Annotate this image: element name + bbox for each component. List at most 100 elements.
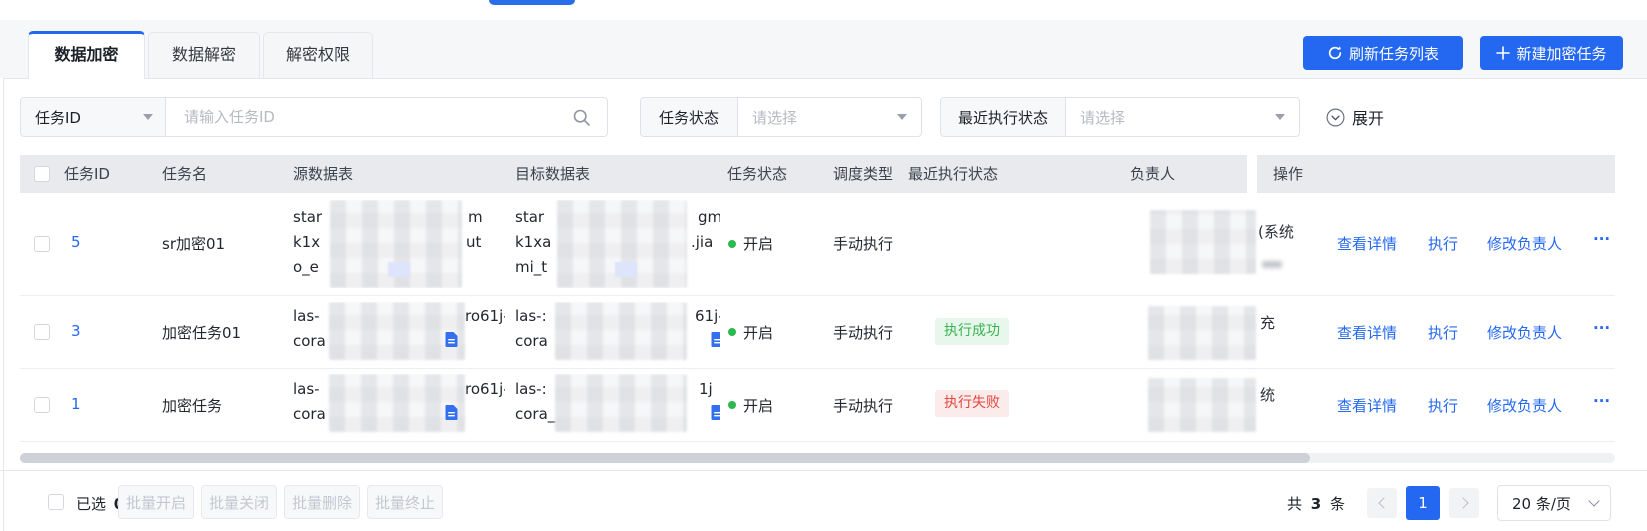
table-header-fixed	[1257, 155, 1615, 193]
current-page-button[interactable]: 1	[1406, 486, 1440, 520]
redacted-block	[329, 302, 465, 360]
col-schedule-type: 调度类型	[833, 155, 893, 193]
table-bottom-border	[20, 441, 1615, 442]
col-owner: 负责人	[1130, 155, 1175, 193]
total-count-value: 3	[1311, 495, 1321, 513]
page-size-value: 20 条/页	[1512, 493, 1571, 514]
task-status-value: 开启	[743, 233, 773, 254]
new-encryption-task-button[interactable]: 新建加密任务	[1480, 36, 1623, 70]
file-icon[interactable]	[711, 405, 720, 420]
expand-filters-link[interactable]: 展开	[1326, 105, 1384, 129]
row-divider	[20, 368, 1615, 369]
owner-redacted-block	[1148, 378, 1256, 432]
caret-down-icon	[143, 114, 153, 120]
new-encryption-task-label: 新建加密任务	[1516, 43, 1606, 64]
select-all-checkbox[interactable]	[34, 166, 50, 182]
more-actions-icon[interactable]: ···	[1593, 392, 1610, 410]
owner-text-fragment: 充	[1260, 312, 1275, 333]
next-page-button[interactable]	[1449, 488, 1479, 518]
col-source-table: 源数据表	[293, 155, 353, 193]
file-icon[interactable]	[445, 332, 458, 347]
caret-down-icon	[897, 114, 907, 120]
file-icon[interactable]	[445, 405, 458, 420]
task-id-link[interactable]: 5	[71, 233, 81, 251]
change-owner-link[interactable]: 修改负责人	[1487, 322, 1562, 343]
execute-link[interactable]: 执行	[1428, 322, 1458, 343]
batch-delete-button[interactable]: 批量删除	[284, 485, 360, 519]
tab-data-decrypt[interactable]: 数据解密	[148, 32, 260, 78]
tab-data-encrypt[interactable]: 数据加密	[28, 31, 145, 79]
col-task-id: 任务ID	[64, 155, 110, 193]
status-dot	[728, 401, 736, 409]
redacted-block	[329, 374, 465, 432]
batch-disable-button[interactable]: 批量关闭	[201, 485, 277, 519]
total-count-text: 共 3 条	[1287, 493, 1345, 514]
task-id-filter-group: 任务ID	[20, 97, 608, 137]
task-id-field-select[interactable]: 任务ID	[21, 98, 166, 136]
schedule-type-value: 手动执行	[833, 322, 893, 343]
view-details-link[interactable]: 查看详情	[1337, 322, 1397, 343]
col-task-name: 任务名	[162, 155, 207, 193]
change-owner-link[interactable]: 修改负责人	[1487, 233, 1562, 254]
owner-redacted-block	[1148, 306, 1256, 360]
task-status-select[interactable]: 请选择	[738, 98, 921, 136]
row-checkbox[interactable]	[34, 397, 50, 413]
owner-text-fragment: 统	[1260, 384, 1275, 405]
row-divider	[20, 295, 1615, 296]
batch-terminate-button[interactable]: 批量终止	[367, 485, 443, 519]
redacted-block	[555, 302, 687, 360]
recent-exec-status-placeholder: 请选择	[1080, 107, 1125, 128]
task-status-value: 开启	[743, 395, 773, 416]
owner-text-fragment	[1262, 261, 1282, 268]
file-icon[interactable]	[711, 332, 720, 347]
prev-page-button[interactable]	[1367, 488, 1397, 518]
schedule-type-value: 手动执行	[833, 233, 893, 254]
batch-enable-button[interactable]: 批量开启	[118, 485, 194, 519]
horizontal-scrollbar-thumb[interactable]	[20, 453, 1310, 463]
view-details-link[interactable]: 查看详情	[1337, 395, 1397, 416]
task-name: sr加密01	[162, 233, 225, 254]
plus-icon	[1496, 46, 1510, 60]
content-card	[3, 78, 1647, 531]
change-owner-link[interactable]: 修改负责人	[1487, 395, 1562, 416]
task-status-placeholder: 请选择	[752, 107, 797, 128]
chevron-down-icon	[1588, 495, 1599, 506]
search-icon[interactable]	[572, 108, 591, 131]
exec-status-badge: 执行失败	[935, 390, 1009, 417]
encryption-task-page: 数据加密 数据解密 解密权限 刷新任务列表 新建加密任务 任务ID 任务状态	[0, 0, 1647, 531]
footer-divider	[0, 470, 1647, 471]
recent-exec-status-select[interactable]: 请选择	[1066, 98, 1299, 136]
task-id-input[interactable]	[166, 107, 607, 127]
view-details-link[interactable]: 查看详情	[1337, 233, 1397, 254]
row-checkbox[interactable]	[34, 236, 50, 252]
status-dot	[728, 240, 736, 248]
refresh-icon	[1327, 45, 1343, 61]
redacted-block	[388, 262, 410, 277]
task-status-value: 开启	[743, 322, 773, 343]
refresh-task-list-label: 刷新任务列表	[1349, 43, 1439, 64]
tab-decrypt-permission[interactable]: 解密权限	[263, 32, 373, 78]
footer-select-all-checkbox[interactable]	[48, 494, 64, 510]
top-tab-indicator	[489, 0, 575, 5]
col-actions: 操作	[1273, 155, 1303, 193]
task-status-filter-group: 任务状态 请选择	[640, 97, 922, 137]
refresh-task-list-button[interactable]: 刷新任务列表	[1303, 36, 1463, 70]
page-size-select[interactable]: 20 条/页	[1497, 485, 1611, 521]
task-id-link[interactable]: 1	[71, 395, 81, 413]
chevron-down-circle-icon	[1326, 108, 1345, 127]
more-actions-icon[interactable]: ···	[1593, 319, 1610, 337]
execute-link[interactable]: 执行	[1428, 395, 1458, 416]
expand-label: 展开	[1352, 105, 1384, 129]
source-table-cell: starm k1xut o_e	[293, 200, 505, 288]
task-id-link[interactable]: 3	[71, 322, 81, 340]
col-recent-exec-status: 最近执行状态	[908, 155, 998, 193]
recent-exec-status-label: 最近执行状态	[941, 98, 1066, 136]
row-checkbox[interactable]	[34, 324, 50, 340]
execute-link[interactable]: 执行	[1428, 233, 1458, 254]
target-table-cell: las-:1j cora_	[515, 374, 720, 436]
chevron-left-icon	[1378, 497, 1389, 508]
source-table-cell: las-ro61j- cora	[293, 302, 505, 362]
task-name: 加密任务	[162, 395, 222, 416]
more-actions-icon[interactable]: ···	[1593, 230, 1610, 248]
caret-down-icon	[1275, 114, 1285, 120]
